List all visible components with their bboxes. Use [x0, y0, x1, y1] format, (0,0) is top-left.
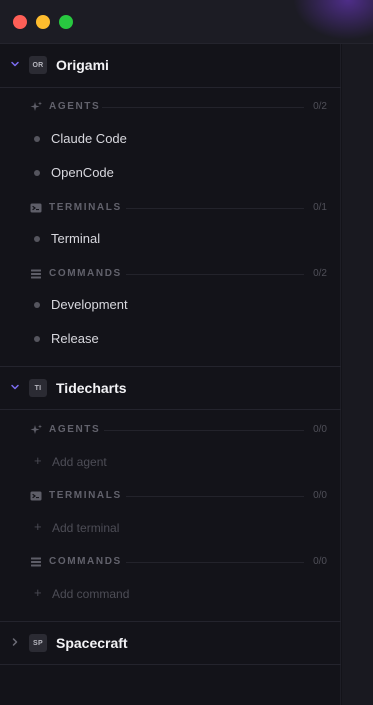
section-terminals: TERMINALS 0/1	[0, 198, 341, 218]
project-badge: TI	[29, 379, 47, 397]
project-header-spacecraft[interactable]: SP Spacecraft	[0, 621, 341, 665]
chevron-down-icon[interactable]	[9, 58, 21, 70]
section-title: TERMINALS	[49, 202, 122, 213]
status-dot	[34, 236, 40, 242]
section-title: AGENTS	[49, 424, 101, 435]
section-title: COMMANDS	[49, 556, 122, 567]
section-title: COMMANDS	[49, 268, 122, 279]
plus-icon: +	[34, 519, 42, 534]
minimize-window-button[interactable]	[36, 15, 50, 29]
right-pane	[342, 44, 373, 705]
add-label: Add agent	[52, 455, 107, 469]
plus-icon: +	[34, 453, 42, 468]
list-item-opencode[interactable]: OpenCode	[0, 160, 341, 186]
add-agent-button[interactable]: + Add agent	[0, 450, 341, 474]
section-divider	[104, 430, 304, 431]
section-commands: COMMANDS 0/2	[0, 264, 341, 284]
section-divider	[126, 496, 304, 497]
chevron-right-icon[interactable]	[9, 636, 21, 648]
section-count: 0/2	[313, 268, 327, 279]
status-dot	[34, 336, 40, 342]
item-label: Release	[51, 331, 99, 346]
item-label: OpenCode	[51, 165, 114, 180]
section-count: 0/2	[313, 101, 327, 112]
list-item-terminal[interactable]: Terminal	[0, 226, 341, 252]
section-agents: AGENTS 0/2	[0, 97, 341, 117]
section-title: TERMINALS	[49, 490, 122, 501]
section-terminals: TERMINALS 0/0	[0, 486, 341, 506]
section-divider	[126, 208, 304, 209]
section-count: 0/0	[313, 490, 327, 501]
add-label: Add command	[52, 587, 130, 601]
status-dot	[34, 136, 40, 142]
project-name: Tidecharts	[56, 380, 127, 396]
sparkles-icon	[30, 424, 42, 434]
sidebar: OR Origami AGENTS 0/2 Claude Code OpenCo…	[0, 44, 341, 705]
project-badge: SP	[29, 634, 47, 652]
item-label: Claude Code	[51, 131, 127, 146]
commands-icon	[31, 557, 41, 567]
commands-icon	[31, 269, 41, 279]
add-command-button[interactable]: + Add command	[0, 582, 341, 606]
terminal-icon	[30, 203, 42, 213]
section-count: 0/1	[313, 202, 327, 213]
section-commands: COMMANDS 0/0	[0, 552, 341, 572]
list-item-release[interactable]: Release	[0, 326, 341, 352]
titlebar-glow	[293, 0, 373, 40]
terminal-icon	[30, 491, 42, 501]
section-divider	[102, 107, 304, 108]
project-name: Spacecraft	[56, 635, 128, 651]
status-dot	[34, 302, 40, 308]
maximize-window-button[interactable]	[59, 15, 73, 29]
section-count: 0/0	[313, 424, 327, 435]
section-title: AGENTS	[49, 101, 101, 112]
window-titlebar[interactable]	[0, 0, 373, 44]
sparkles-icon	[30, 101, 42, 111]
section-divider	[126, 562, 304, 563]
project-header-origami[interactable]: OR Origami	[0, 44, 341, 88]
item-label: Terminal	[51, 231, 101, 246]
status-dot	[34, 170, 40, 176]
project-badge: OR	[29, 56, 47, 74]
close-window-button[interactable]	[13, 15, 27, 29]
project-name: Origami	[56, 57, 109, 73]
section-count: 0/0	[313, 556, 327, 567]
list-item-claude-code[interactable]: Claude Code	[0, 126, 341, 152]
add-terminal-button[interactable]: + Add terminal	[0, 516, 341, 540]
section-divider	[126, 274, 304, 275]
list-item-development[interactable]: Development	[0, 292, 341, 318]
chevron-down-icon[interactable]	[9, 381, 21, 393]
add-label: Add terminal	[52, 521, 120, 535]
project-header-tidecharts[interactable]: TI Tidecharts	[0, 366, 341, 410]
item-label: Development	[51, 297, 128, 312]
plus-icon: +	[34, 585, 42, 600]
section-agents: AGENTS 0/0	[0, 420, 341, 440]
